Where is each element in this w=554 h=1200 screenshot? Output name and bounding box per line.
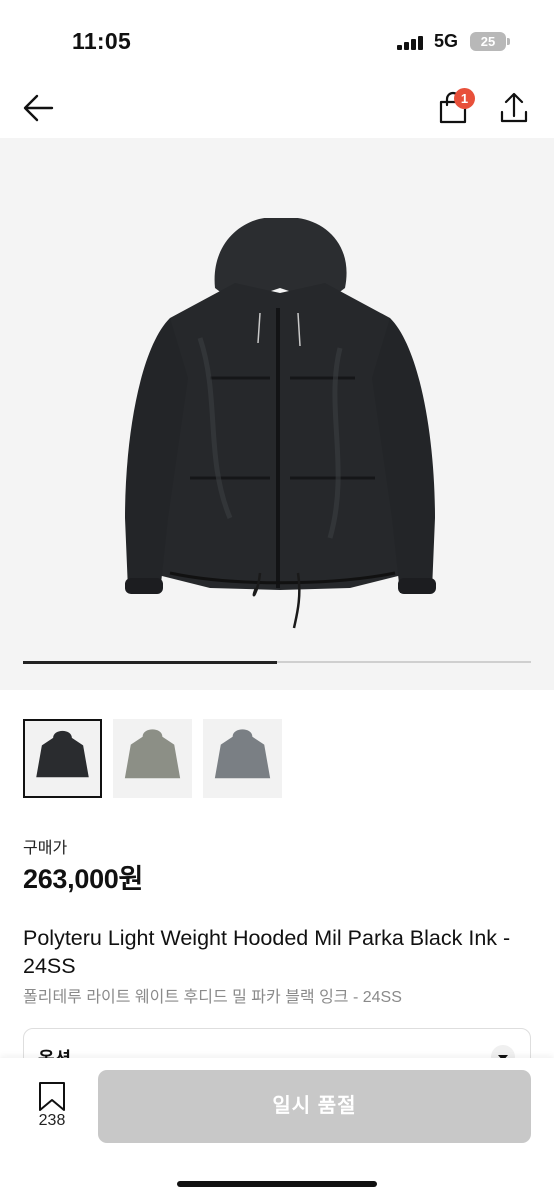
bottom-action-bar: 238 일시 품절 [0,1058,554,1200]
thumbnail-image [113,719,192,798]
share-button[interactable] [494,86,534,130]
bookmark-icon [39,1082,65,1111]
battery-level: 25 [480,34,496,49]
price: 263,000원 [23,864,144,894]
thumbnail-black[interactable] [23,719,102,798]
top-nav: 1 [0,80,554,136]
home-indicator [177,1181,377,1187]
product-title-en: Polyteru Light Weight Hooded Mil Parka B… [23,926,511,978]
sold-out-button[interactable]: 일시 품절 [98,1070,531,1143]
wishlist-count: 238 [38,1112,66,1129]
status-time: 11:05 [72,28,132,54]
back-button[interactable] [18,88,62,128]
battery-cap [507,38,510,45]
thumbnail-slate[interactable] [203,719,282,798]
wishlist-button[interactable]: 238 [30,1080,74,1136]
price-label: 구매가 [23,840,68,857]
thumbnail-olive[interactable] [113,719,192,798]
cart-button[interactable]: 1 [432,86,476,130]
share-icon [500,92,528,123]
thumbnail-image [203,719,282,798]
product-image [125,218,436,629]
signal-icon [397,36,425,50]
product-image-carousel[interactable] [0,138,554,690]
network-type: 5G [434,31,459,51]
thumbnail-image [25,721,100,796]
status-bar: 11:05 5G 25 [0,0,554,80]
carousel-progress [23,660,531,664]
product-title-ko: 폴리테루 라이트 웨이트 후디드 밀 파카 블랙 잉크 - 24SS [23,989,402,1006]
thumbnail-strip [23,719,293,799]
back-arrow-icon [23,94,54,122]
cart-count-badge: 1 [454,88,475,109]
carousel-progress-fill [23,660,277,664]
battery-icon: 25 [470,32,506,51]
